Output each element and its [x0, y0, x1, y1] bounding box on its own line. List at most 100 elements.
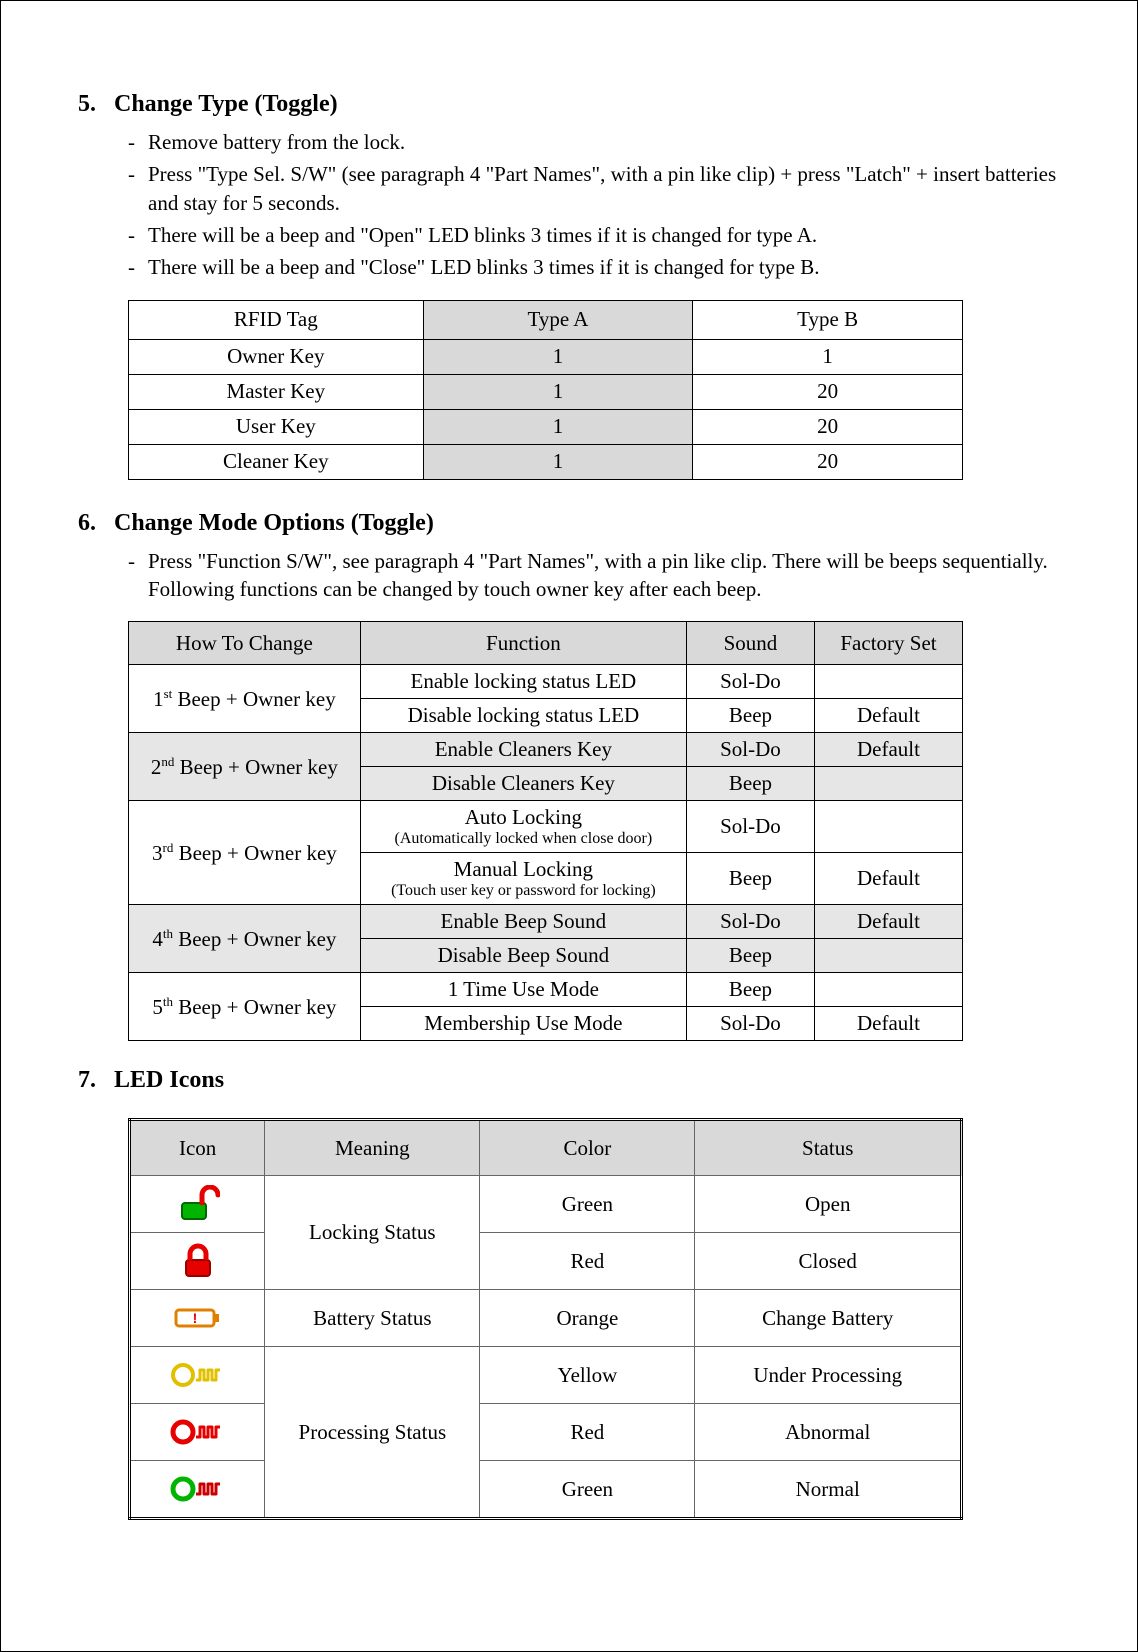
th-factory-set: Factory Set: [814, 622, 962, 665]
battery-icon: !: [172, 1304, 224, 1332]
table-row: Processing StatusYellowUnder Processing: [130, 1347, 962, 1404]
cell-color: Green: [480, 1461, 695, 1519]
cell-status: Closed: [695, 1233, 962, 1290]
section-6-num: 6.: [78, 510, 114, 537]
bullet-dash-icon: -: [128, 128, 148, 156]
section-7: 7. LED Icons Icon Meaning Color Status L…: [73, 1067, 1065, 1520]
cell-function: 1 Time Use Mode: [360, 973, 686, 1007]
bullet-text: There will be a beep and "Open" LED blin…: [148, 221, 1065, 249]
cell-status: Open: [695, 1176, 962, 1233]
list-item: -Press "Type Sel. S/W" (see paragraph 4 …: [128, 160, 1065, 217]
th-how-to-change: How To Change: [129, 622, 361, 665]
cell-icon: [130, 1347, 265, 1404]
cell-function: Manual Locking(Touch user key or passwor…: [360, 853, 686, 905]
cell-color: Red: [480, 1233, 695, 1290]
section-6-bullets: -Press "Function S/W", see paragraph 4 "…: [128, 547, 1065, 604]
cell-color: Yellow: [480, 1347, 695, 1404]
table-row: 1st Beep + Owner keyEnable locking statu…: [129, 665, 963, 699]
cell-how-to-change: 3rd Beep + Owner key: [129, 801, 361, 905]
cell-factory-set: Default: [814, 905, 962, 939]
table-row: Owner Key 1 1: [129, 339, 963, 374]
cell-function: Enable Cleaners Key: [360, 733, 686, 767]
cell-sound: Beep: [686, 699, 814, 733]
section-6-heading: 6. Change Mode Options (Toggle): [78, 510, 1065, 537]
cell-sound: Sol-Do: [686, 665, 814, 699]
cell-function: Disable locking status LED: [360, 699, 686, 733]
section-7-num: 7.: [78, 1067, 114, 1094]
cell-how-to-change: 4th Beep + Owner key: [129, 905, 361, 973]
process-icon: [170, 1474, 226, 1504]
cell-icon: [130, 1176, 265, 1233]
section-5-num: 5.: [78, 91, 114, 118]
cell-factory-set: Default: [814, 699, 962, 733]
table-row: Locking StatusGreenOpen: [130, 1176, 962, 1233]
cell: 1: [423, 444, 693, 479]
table-row: 3rd Beep + Owner keyAuto Locking(Automat…: [129, 801, 963, 853]
table-row: GreenNormal: [130, 1461, 962, 1519]
page: 5. Change Type (Toggle) -Remove battery …: [0, 0, 1138, 1652]
bullet-dash-icon: -: [128, 160, 148, 188]
cell-function: Disable Cleaners Key: [360, 767, 686, 801]
cell-color: Orange: [480, 1290, 695, 1347]
cell-status: Normal: [695, 1461, 962, 1519]
bullet-text: Press "Function S/W", see paragraph 4 "P…: [148, 547, 1065, 604]
cell-status: Change Battery: [695, 1290, 962, 1347]
table-mode-options: How To Change Function Sound Factory Set…: [128, 621, 963, 1041]
table-row: Master Key 1 20: [129, 374, 963, 409]
cell: 20: [693, 444, 963, 479]
cell-sound: Beep: [686, 939, 814, 973]
cell-function: Auto Locking(Automatically locked when c…: [360, 801, 686, 853]
cell: 1: [423, 374, 693, 409]
cell-status: Under Processing: [695, 1347, 962, 1404]
section-7-title: LED Icons: [114, 1067, 224, 1094]
cell-sound: Sol-Do: [686, 801, 814, 853]
cell-factory-set: Default: [814, 1007, 962, 1041]
cell: Cleaner Key: [129, 444, 424, 479]
cell-sound: Sol-Do: [686, 1007, 814, 1041]
cell-icon: [130, 1404, 265, 1461]
bullet-text: Remove battery from the lock.: [148, 128, 1065, 156]
th-sound: Sound: [686, 622, 814, 665]
cell-meaning: Battery Status: [265, 1290, 480, 1347]
table-row: 4th Beep + Owner keyEnable Beep SoundSol…: [129, 905, 963, 939]
table-rfid: RFID Tag Type A Type B Owner Key 1 1 Mas…: [128, 300, 963, 480]
cell-factory-set: [814, 665, 962, 699]
table-row: Cleaner Key 1 20: [129, 444, 963, 479]
cell-factory-set: [814, 939, 962, 973]
table-row: How To Change Function Sound Factory Set: [129, 622, 963, 665]
cell-function: Disable Beep Sound: [360, 939, 686, 973]
cell-factory-set: Default: [814, 853, 962, 905]
cell-meaning: Locking Status: [265, 1176, 480, 1290]
bullet-dash-icon: -: [128, 547, 148, 575]
lock-open-icon: [176, 1185, 220, 1223]
table-row: Icon Meaning Color Status: [130, 1120, 962, 1176]
section-6-title: Change Mode Options (Toggle): [114, 510, 434, 537]
svg-text:!: !: [192, 1310, 197, 1326]
cell-icon: [130, 1233, 265, 1290]
section-5-bullets: -Remove battery from the lock. -Press "T…: [128, 128, 1065, 282]
th-color: Color: [480, 1120, 695, 1176]
table-row: RedClosed: [130, 1233, 962, 1290]
cell-function: Enable Beep Sound: [360, 905, 686, 939]
cell: 1: [423, 339, 693, 374]
cell-icon: [130, 1461, 265, 1519]
bullet-dash-icon: -: [128, 221, 148, 249]
list-item: -There will be a beep and "Close" LED bl…: [128, 253, 1065, 281]
th-type-b: Type B: [693, 300, 963, 339]
cell: User Key: [129, 409, 424, 444]
cell: Owner Key: [129, 339, 424, 374]
section-5-title: Change Type (Toggle): [114, 91, 338, 118]
cell-sound: Beep: [686, 853, 814, 905]
bullet-text: Press "Type Sel. S/W" (see paragraph 4 "…: [148, 160, 1065, 217]
cell-factory-set: Default: [814, 733, 962, 767]
cell: 20: [693, 409, 963, 444]
cell-sound: Beep: [686, 767, 814, 801]
th-status: Status: [695, 1120, 962, 1176]
bullet-text: There will be a beep and "Close" LED bli…: [148, 253, 1065, 281]
th-meaning: Meaning: [265, 1120, 480, 1176]
cell: 1: [423, 409, 693, 444]
cell-function: Membership Use Mode: [360, 1007, 686, 1041]
th-function: Function: [360, 622, 686, 665]
cell-sound: Sol-Do: [686, 905, 814, 939]
section-6: 6. Change Mode Options (Toggle) -Press "…: [73, 510, 1065, 1042]
